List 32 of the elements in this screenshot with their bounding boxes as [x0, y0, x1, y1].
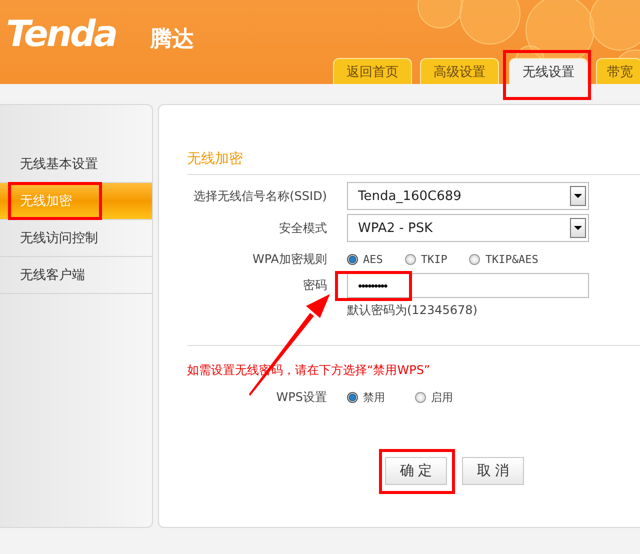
hint-text: 默认密码为(12345678): [347, 302, 478, 319]
form-button[interactable]: 确 定: [385, 457, 447, 485]
radio-label: 禁用: [363, 390, 385, 404]
radio-label: TKIP&AES: [485, 252, 538, 266]
field-label: 密码: [302, 277, 327, 294]
sidebar-item[interactable]: 无线客户端: [0, 257, 152, 294]
sidebar-item[interactable]: 无线访问控制: [0, 220, 152, 257]
radio-label: TKIP: [420, 252, 448, 266]
radio-button[interactable]: [347, 392, 358, 402]
radio-button[interactable]: [404, 254, 416, 264]
brand-name: 腾达: [150, 26, 194, 54]
nav-tab[interactable]: 带宽: [596, 58, 640, 84]
field-label: 安全模式: [278, 220, 327, 236]
field-label: WPS设置: [275, 388, 327, 406]
radio-button[interactable]: [347, 254, 358, 264]
dropdown[interactable]: Tenda_160C689: [347, 182, 589, 210]
form-button[interactable]: 取 消: [462, 457, 524, 485]
radio-label: AES: [363, 252, 383, 266]
radio-button[interactable]: [415, 392, 426, 402]
field-label: WPA加密规则: [251, 250, 327, 268]
radio-label: 启用: [431, 390, 453, 404]
caret-icon: [574, 226, 582, 230]
caret-icon: [574, 194, 582, 198]
nav-tab[interactable]: 返回首页: [333, 58, 412, 84]
field-label: 选择无线信号名称(SSID): [192, 188, 327, 204]
nav-tab[interactable]: 无线设置: [509, 58, 588, 84]
brand-logo: Tenda: [6, 14, 116, 55]
radio-button[interactable]: [469, 254, 480, 264]
dropdown[interactable]: WPA2 - PSK: [347, 214, 589, 242]
nav-tab[interactable]: 高级设置: [420, 58, 499, 84]
password-field[interactable]: •••••••••: [347, 273, 589, 298]
section-title: 无线加密: [187, 150, 640, 175]
